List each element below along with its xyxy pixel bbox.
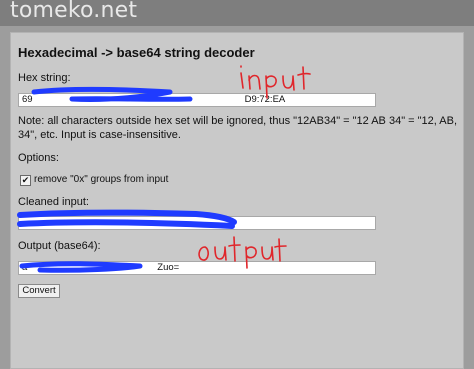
redaction-scribbles — [17, 86, 237, 273]
output-redaction — [19, 261, 143, 273]
annotation-overlay — [17, 65, 311, 273]
hex-redaction — [31, 86, 193, 102]
cleaned-redaction-2 — [17, 219, 235, 229]
handwritten-annotations — [198, 65, 311, 269]
input-handwriting — [240, 65, 311, 99]
output-handwriting — [198, 236, 287, 269]
